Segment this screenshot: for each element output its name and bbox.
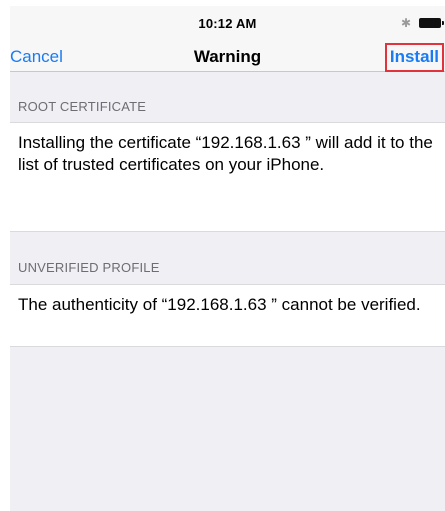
unverified-profile-description: The authenticity of “192.168.1.63 ” cann… — [10, 284, 445, 347]
bluetooth-icon: ✱ — [400, 16, 411, 30]
screen: 10:12 AM ✱ Cancel Warning Install ROOT C… — [10, 6, 445, 511]
unverified-profile-header: UNVERIFIED PROFILE — [18, 260, 160, 275]
cancel-button[interactable]: Cancel — [10, 47, 63, 67]
status-icons: ✱ — [400, 16, 444, 30]
install-button[interactable]: Install — [384, 43, 444, 72]
status-time: 10:12 AM — [198, 16, 257, 31]
battery-icon — [419, 18, 444, 28]
navigation-bar: Cancel Warning Install — [10, 40, 445, 72]
root-certificate-description: Installing the certificate “192.168.1.63… — [10, 122, 445, 232]
page-title: Warning — [193, 47, 262, 66]
status-bar: 10:12 AM ✱ — [10, 6, 445, 40]
phone-frame: 10:12 AM ✱ Cancel Warning Install ROOT C… — [0, 0, 445, 511]
root-certificate-header: ROOT CERTIFICATE — [18, 99, 147, 114]
